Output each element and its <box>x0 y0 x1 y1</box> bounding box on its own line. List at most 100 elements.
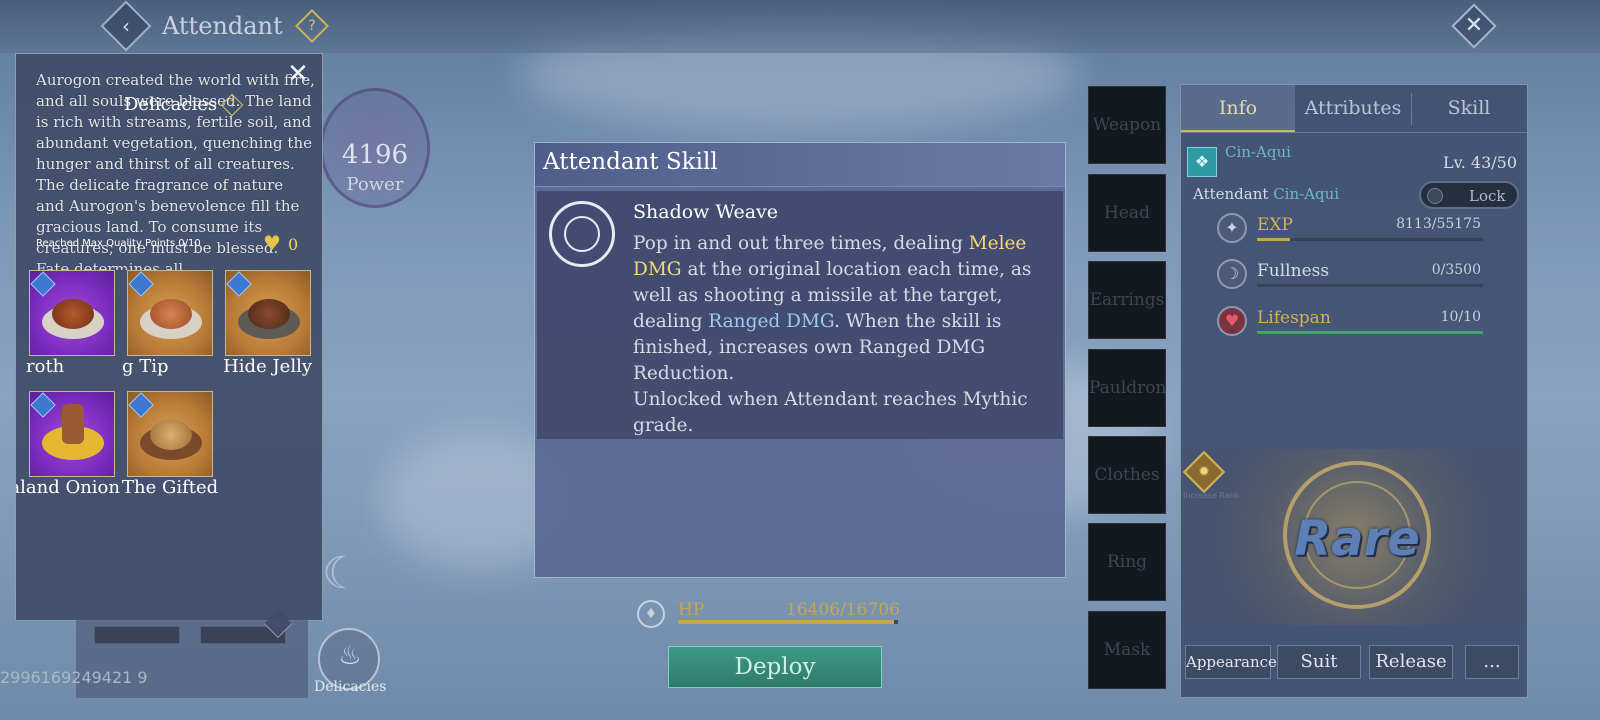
fullness-label: Fullness <box>1257 261 1330 281</box>
lifespan-bar <box>1257 331 1483 334</box>
release-button[interactable]: Release <box>1369 645 1453 679</box>
skill-desc-text: Pop in and out three times, dealing <box>633 233 969 254</box>
food-item-name: rd Hide Jelly <box>220 356 312 377</box>
tab-bar: Info Attributes Skill <box>1181 85 1527 133</box>
quality-points-label: Reached Max Quality Points 0/10 <box>36 238 201 249</box>
food-item[interactable] <box>29 391 115 477</box>
lifespan-label: Lifespan <box>1257 308 1331 328</box>
level-label: Lv. 43/50 <box>1442 153 1517 172</box>
exp-label: EXP <box>1257 215 1293 235</box>
heart-count: 0 <box>288 235 299 254</box>
dish-icon <box>150 299 192 329</box>
close-icon: ✕ <box>1464 13 1484 38</box>
food-item-name: eraland Onion <box>16 477 120 498</box>
increase-rank-label: Increase Rank <box>1183 491 1240 500</box>
hp-drop-icon: ♦ <box>637 600 665 628</box>
equip-slot-ring[interactable]: Ring <box>1088 523 1166 601</box>
species-name: Cin-Aqui <box>1225 143 1291 161</box>
tab-attributes[interactable]: Attributes <box>1295 85 1411 133</box>
food-item-name: g Tip <box>122 356 169 377</box>
attendant-name: Cin-Aqui <box>1273 185 1340 203</box>
more-button[interactable]: ... <box>1465 645 1519 679</box>
skill-icon-ring <box>564 216 600 252</box>
paw-badge-icon <box>30 392 56 418</box>
food-item-name: The Gifted <box>122 477 219 498</box>
paw-badge-icon <box>128 271 154 297</box>
species-icon: ❖ <box>1187 147 1217 177</box>
lifespan-bar-fill <box>1257 331 1483 334</box>
dish-icon <box>52 299 94 329</box>
lifespan-value: 10/10 <box>1440 309 1481 325</box>
skill-name: Shadow Weave <box>633 201 779 223</box>
power-label: Power <box>346 174 404 195</box>
shadow-weave-icon <box>549 201 615 267</box>
food-item-name: roth <box>26 356 65 377</box>
exp-bar-fill <box>1257 238 1291 241</box>
exp-icon: ✦ <box>1217 213 1247 243</box>
slot-bar <box>94 626 180 644</box>
tab-skill[interactable]: Skill <box>1411 85 1527 133</box>
paw-badge-icon <box>226 271 252 297</box>
hp-label: HP <box>678 600 705 620</box>
tab-info[interactable]: Info <box>1181 85 1295 133</box>
fullness-value: 0/3500 <box>1431 262 1481 278</box>
delicacies-title: Delicacies <box>124 94 218 115</box>
hp-bar <box>678 620 898 624</box>
lock-knob <box>1427 188 1443 204</box>
moon-icon: ☾ <box>322 548 362 599</box>
rank-area: Rare ✹ Increase Rank <box>1181 449 1527 625</box>
info-panel: Info Attributes Skill ❖ Cin-Aqui Lv. 43/… <box>1180 84 1528 698</box>
dish-icon <box>248 299 290 329</box>
flame-icon: ✹ <box>1198 464 1210 480</box>
lock-toggle[interactable]: Lock <box>1419 181 1519 209</box>
question-icon: ? <box>308 18 316 34</box>
equip-slot-head[interactable]: Head <box>1088 174 1166 252</box>
attendant-label: Attendant <box>1193 185 1269 203</box>
cook-icon: ♨ <box>338 641 362 671</box>
exp-bar <box>1257 238 1483 241</box>
food-item[interactable] <box>29 270 115 356</box>
food-item[interactable] <box>127 270 213 356</box>
hp-bar-fill <box>678 620 895 624</box>
hp-value: 16406/16706 <box>786 600 900 620</box>
skill-unlock-text: Unlocked when Attendant reaches Mythic g… <box>633 389 1028 436</box>
paw-badge-icon <box>128 392 154 418</box>
attendant-skill-popup: Attendant Skill Shadow Weave Pop in and … <box>534 142 1066 578</box>
attendant-row: Attendant Cin-Aqui <box>1193 185 1339 203</box>
delicacies-close-icon[interactable]: ✕ <box>284 60 312 88</box>
heart-icon: ♥ <box>1217 306 1247 336</box>
power-value: 4196 <box>341 140 409 170</box>
deploy-button[interactable]: Deploy <box>668 646 882 688</box>
skill-description: Pop in and out three times, dealing Mele… <box>633 231 1038 439</box>
delicacies-panel: Aurogon created the world with fire, and… <box>15 53 323 621</box>
equip-slot-mask[interactable]: Mask <box>1088 611 1166 689</box>
player-id: 2996169249421 9 <box>0 668 148 687</box>
paw-badge-icon <box>30 271 56 297</box>
heart-icon: ♥ <box>263 231 281 255</box>
page-title: Attendant <box>162 12 283 40</box>
fullness-bar <box>1257 284 1483 287</box>
equip-slot-weapon[interactable]: Weapon <box>1088 86 1166 164</box>
equip-slot-pauldron[interactable]: Pauldron <box>1088 349 1166 427</box>
exp-value: 8113/55175 <box>1396 216 1481 232</box>
question-icon: ? <box>229 99 236 111</box>
ranged-dmg-highlight: Ranged DMG <box>708 311 835 332</box>
tab-underline <box>1181 132 1527 133</box>
chevron-left-icon: ‹ <box>122 14 130 38</box>
increase-rank-button[interactable]: ✹ <box>1182 450 1226 494</box>
equip-slot-earrings[interactable]: Earrings <box>1088 261 1166 339</box>
rank-badge: Rare <box>1294 511 1420 567</box>
skill-card: Shadow Weave Pop in and out three times,… <box>537 191 1063 439</box>
food-item[interactable] <box>225 270 311 356</box>
fullness-icon: ☽ <box>1217 259 1247 289</box>
delicacies-button-label: Delicacies <box>314 679 387 695</box>
suit-button[interactable]: Suit <box>1277 645 1361 679</box>
lock-label: Lock <box>1469 187 1506 205</box>
food-item[interactable] <box>127 391 213 477</box>
dish-icon <box>62 404 84 444</box>
equip-slot-clothes[interactable]: Clothes <box>1088 436 1166 514</box>
popup-title: Attendant Skill <box>543 149 718 175</box>
popup-header: Attendant Skill <box>535 143 1065 187</box>
dish-icon <box>150 420 192 450</box>
appearance-button[interactable]: Appearance <box>1185 645 1277 679</box>
